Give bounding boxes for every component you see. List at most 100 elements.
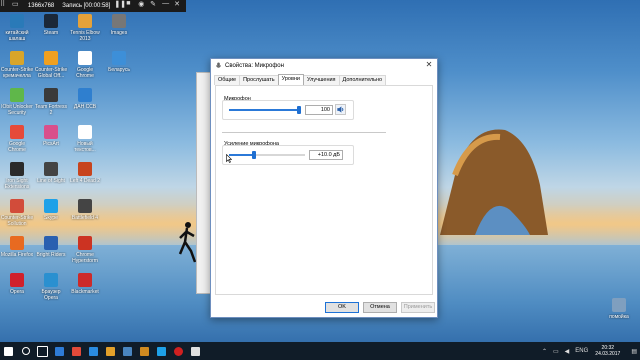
skype-icon [157,346,166,356]
app-icon [10,162,24,176]
search-taskbar-button[interactable] [17,342,34,360]
boost-slider-fill [229,154,255,156]
tab-enhancements[interactable]: Улучшения [303,75,340,85]
tab-levels[interactable]: Уровни [277,74,305,85]
speaker-mute-button[interactable] [335,104,346,115]
desktop-icon-label: Google Chrome [8,141,26,153]
desktop-icon[interactable]: Браузер Opera [34,273,68,301]
desktop-icon-label: Images [110,30,128,36]
app-icon [44,88,58,102]
desktop-icon[interactable]: Chrome Hyperstorm [68,236,102,264]
store-taskbar-button[interactable] [51,342,68,360]
desktop-icon[interactable]: PicsArt [34,125,68,147]
network-icon[interactable]: ▭ [553,348,559,355]
microphone-slider-thumb[interactable] [297,106,301,114]
ok-button[interactable]: OK [325,302,359,313]
steam-taskbar-button[interactable] [119,342,136,360]
language-indicator[interactable]: ENG [575,348,588,354]
app-icon [78,88,92,102]
desktop-icon[interactable]: Steam [34,14,68,36]
record-taskbar-button[interactable] [170,342,187,360]
boost-slider-thumb[interactable] [252,151,257,159]
app-icon [44,199,58,213]
desktop-icon[interactable]: Battlefield 4 [68,199,102,221]
desktop-icon[interactable]: Counter-Strike кремачелла [0,51,34,79]
desktop-icon-label: Line of Sight [37,178,65,184]
start-taskbar-button[interactable] [0,342,17,360]
task-view-icon [37,345,48,357]
desktop-icon-label: китайский шалаш [5,30,29,42]
desktop-icon-label: помойка [609,314,629,320]
speaker-settings-taskbar-button[interactable] [187,342,204,360]
desktop-icon[interactable]: Line of Sight [34,162,68,184]
app-icon [44,51,58,65]
desktop-icon[interactable]: Беларусь [102,51,136,73]
cancel-button[interactable]: Отмена [363,302,397,313]
desktop-icon[interactable]: Opera [0,273,34,295]
desktop-icon-label: Steam [43,30,59,36]
skype-taskbar-button[interactable] [153,342,170,360]
store-icon [55,346,64,356]
media-icon [106,346,115,356]
pause-icon[interactable]: ❚❚ [114,0,126,12]
dialog-titlebar[interactable]: Свойства: Микрофон [211,59,437,72]
minimize-icon[interactable]: — [162,0,174,12]
app-icon [10,88,24,102]
desktop-icon-label: PicsArt [43,141,59,147]
tab-advanced[interactable]: Дополнительно [338,75,387,85]
lock-icon[interactable]: ▭ [12,0,24,12]
desktop-icon[interactable]: Images [102,14,136,36]
desktop-icon[interactable]: Skype [34,199,68,221]
desktop-icon[interactable]: Counter-Strike Sollution [0,199,34,227]
drag-handle-icon[interactable]: ⠿ [0,0,12,12]
close-button[interactable]: ✕ [424,60,434,70]
close-icon[interactable]: ✕ [174,0,186,12]
desktop-icon[interactable]: Tennis Elbow 2013 [68,14,102,42]
desktop-icon[interactable]: Counter-Strike Global Off... [34,51,68,79]
desktop-icon-label: Counter-Strike Sollution [0,215,34,227]
desktop-icon[interactable]: Left 4 Dead 2 [68,162,102,184]
chrome-taskbar-button[interactable] [68,342,85,360]
tab-general[interactable]: Общие [214,75,241,85]
desktop-icon-label: Беларусь [108,67,130,73]
chevron-up-icon[interactable]: ⌃ [542,348,547,355]
desktop-icon-label: Counter-Strike Global Off... [34,67,68,79]
counter-strike-taskbar-button[interactable] [136,342,153,360]
desktop-icon[interactable]: китайский шалаш [0,14,34,42]
desktop-icon-label: IObit Unlocker Security [1,104,33,116]
clock-date: 24.03.2017 [595,351,621,357]
desktop-icon[interactable]: Google Chrome [0,125,34,153]
taskbar: ⌃ ▭ ◀ ENG 20:32 24.03.2017 ▤ [0,342,640,360]
screen-recorder-bar: ⠿ ▭ 1366x768 Запись [00:00:58] ❚❚ ■ ◉ ✎ … [0,0,186,12]
desktop-icon[interactable]: Bright Riders [34,236,68,258]
camera-icon[interactable]: ◉ [138,0,150,12]
microphone-level-value[interactable]: 100 [305,105,333,115]
tab-listen[interactable]: Прослушать [239,75,279,85]
app-icon [78,199,92,213]
desktop-icon[interactable]: Blackmarket [68,273,102,295]
volume-icon[interactable]: ◀ [565,348,570,355]
stop-icon[interactable]: ■ [126,0,138,12]
app-icon [44,162,58,176]
desktop-icon[interactable]: ДАН ССВ [68,88,102,110]
desktop-icon[interactable]: Mozilla Firefox [0,236,34,258]
desktop-icon-label: Team Fortress 2 [35,104,67,116]
desktop-icon[interactable]: Новый текстов... [68,125,102,153]
desktop-icon-label: Tennis Elbow 2013 [70,30,100,42]
desktop-icon[interactable]: Team Fortress 2 [34,88,68,116]
app-icon [10,236,24,250]
desktop-icon[interactable]: помойка [602,298,636,320]
media-taskbar-button[interactable] [102,342,119,360]
desktop-icon[interactable]: Google Chrome [68,51,102,79]
edge-taskbar-button[interactable] [85,342,102,360]
desktop-icon[interactable]: Iron Sight Extensions [0,162,34,190]
clock[interactable]: 20:32 24.03.2017 [595,345,620,357]
task-view-taskbar-button[interactable] [34,342,51,360]
pen-icon[interactable]: ✎ [150,0,162,12]
speaker-settings-icon [191,346,200,356]
desktop-icon-label: Left 4 Dead 2 [69,178,101,184]
app-icon [44,273,58,287]
desktop-icon[interactable]: IObit Unlocker Security [0,88,34,116]
apply-button[interactable]: Применить [401,302,435,313]
notifications-icon[interactable]: ▤ [631,348,637,355]
